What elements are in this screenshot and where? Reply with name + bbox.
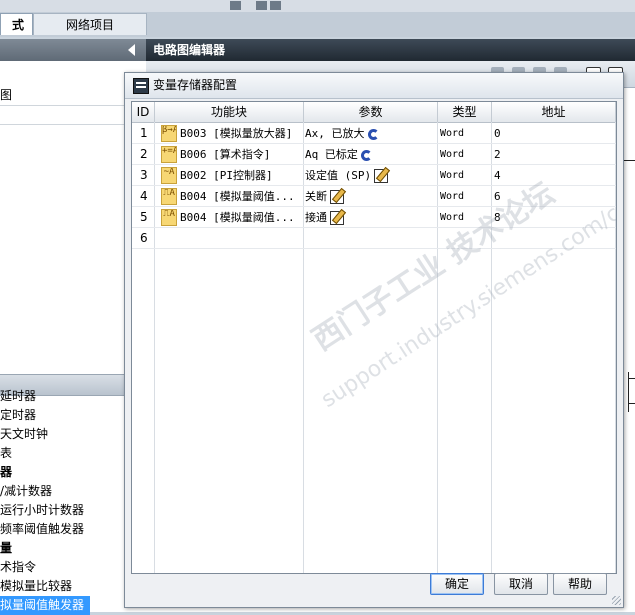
edit-icon[interactable] (330, 211, 344, 225)
toolbar-icon[interactable] (270, 1, 281, 10)
amplifier-icon: β→A (161, 125, 177, 142)
table-row[interactable]: 5 ⎍A B004 [模拟量阈值... 接通 Word 8 (132, 207, 616, 228)
parameter-label: 设定值 (SP) (305, 169, 372, 182)
refresh-icon[interactable] (367, 128, 379, 140)
row-id: 2 (140, 147, 148, 161)
type-cell: Word (440, 128, 465, 139)
toolbar-icon[interactable] (256, 1, 267, 10)
row-id: 5 (140, 210, 148, 224)
column-header-block[interactable]: 功能块 (155, 102, 304, 122)
address-cell: 6 (494, 190, 501, 203)
collapse-left-panel-icon[interactable] (128, 44, 135, 56)
table-row[interactable]: 2 +=A B006 [算术指令] Aq 已标定 Word 2 (132, 144, 616, 165)
parameter-label: Aq 已标定 (305, 148, 358, 161)
row-id: 6 (140, 231, 148, 245)
parameter-label: 接通 (305, 211, 327, 224)
table-row[interactable]: 3 ~A B002 [PI控制器] 设定值 (SP) Word 4 (132, 165, 616, 186)
dialog-title: 变量存储器配置 (153, 78, 238, 92)
function-block-cell (180, 228, 302, 249)
function-block-cell: B006 [算术指令] (180, 148, 271, 161)
parameter-cell: Ax, 已放大 (305, 123, 435, 144)
circuit-block (628, 378, 635, 404)
table-row[interactable]: 6 (132, 228, 616, 249)
column-header-address[interactable]: 地址 (492, 102, 616, 122)
parameter-cell: 接通 (305, 207, 435, 228)
address-cell: 0 (494, 127, 501, 140)
address-cell: 8 (494, 211, 501, 224)
column-header-id[interactable]: ID (132, 102, 155, 122)
address-cell (494, 228, 554, 249)
table-row[interactable]: 4 ⎍A B004 [模拟量阈值... 关断 Word 6 (132, 186, 616, 207)
parameter-cell: 关断 (305, 186, 435, 207)
left-tabs: 式 网络项目 (0, 12, 635, 37)
parameter-cell (305, 228, 435, 249)
address-cell: 2 (494, 148, 501, 161)
threshold-icon: ⎍A (161, 188, 177, 205)
math-icon: +=A (161, 146, 177, 163)
row-id: 3 (140, 168, 148, 182)
type-cell (440, 228, 492, 249)
type-cell: Word (440, 212, 465, 223)
cancel-button[interactable]: 取消 (494, 573, 548, 595)
function-block-cell: B004 [模拟量阈值... (180, 211, 295, 224)
pi-controller-icon: ~A (161, 167, 177, 184)
type-cell: Word (440, 170, 465, 181)
table-row[interactable]: 1 β→A B003 [模拟量放大器] Ax, 已放大 Word 0 (132, 123, 616, 144)
tab-network-project[interactable]: 网络项目 (33, 13, 147, 35)
parameter-label: Ax, 已放大 (305, 127, 365, 140)
toolbar-icon[interactable] (230, 1, 241, 10)
resize-grip-icon[interactable] (612, 596, 621, 605)
dialog-titlebar[interactable]: 变量存储器配置 (125, 73, 623, 99)
library-item[interactable]: 拟量阈值触发器 (0, 596, 90, 615)
parameter-cell: 设定值 (SP) (305, 165, 435, 186)
threshold-icon: ⎍A (161, 209, 177, 226)
edit-icon[interactable] (374, 169, 389, 183)
ok-button[interactable]: 确定 (430, 573, 484, 595)
parameter-label: 关断 (305, 190, 327, 203)
help-button[interactable]: 帮助 (553, 573, 607, 595)
function-block-cell: B003 [模拟量放大器] (180, 127, 293, 140)
address-cell: 4 (494, 169, 501, 182)
refresh-icon[interactable] (360, 149, 372, 161)
left-panel-header (0, 39, 146, 61)
tab-diagram[interactable]: 式 (0, 13, 33, 35)
parameter-cell: Aq 已标定 (305, 144, 435, 165)
dialog-app-icon (133, 78, 149, 94)
memory-table: ID 功能块 参数 类型 地址 1 β→A B003 [模拟量放大器] Ax, 已放大… (131, 101, 617, 574)
column-header-type[interactable]: 类型 (438, 102, 492, 122)
type-cell: Word (440, 149, 465, 160)
edit-icon[interactable] (330, 190, 344, 204)
function-block-cell: B004 [模拟量阈值... (180, 190, 295, 203)
row-divider (132, 248, 616, 249)
row-id: 1 (140, 126, 148, 140)
variable-memory-config-dialog: 变量存储器配置 ID 功能块 参数 类型 地址 1 β→A B003 [模拟量放大器… (124, 72, 624, 608)
tree-item[interactable]: 图 (0, 86, 12, 105)
table-header: ID 功能块 参数 类型 地址 (132, 102, 616, 123)
function-block-cell: B002 [PI控制器] (180, 169, 273, 182)
editor-title: 电路图编辑器 (146, 39, 635, 61)
type-cell: Word (440, 191, 465, 202)
column-header-param[interactable]: 参数 (304, 102, 438, 122)
row-id: 4 (140, 189, 148, 203)
